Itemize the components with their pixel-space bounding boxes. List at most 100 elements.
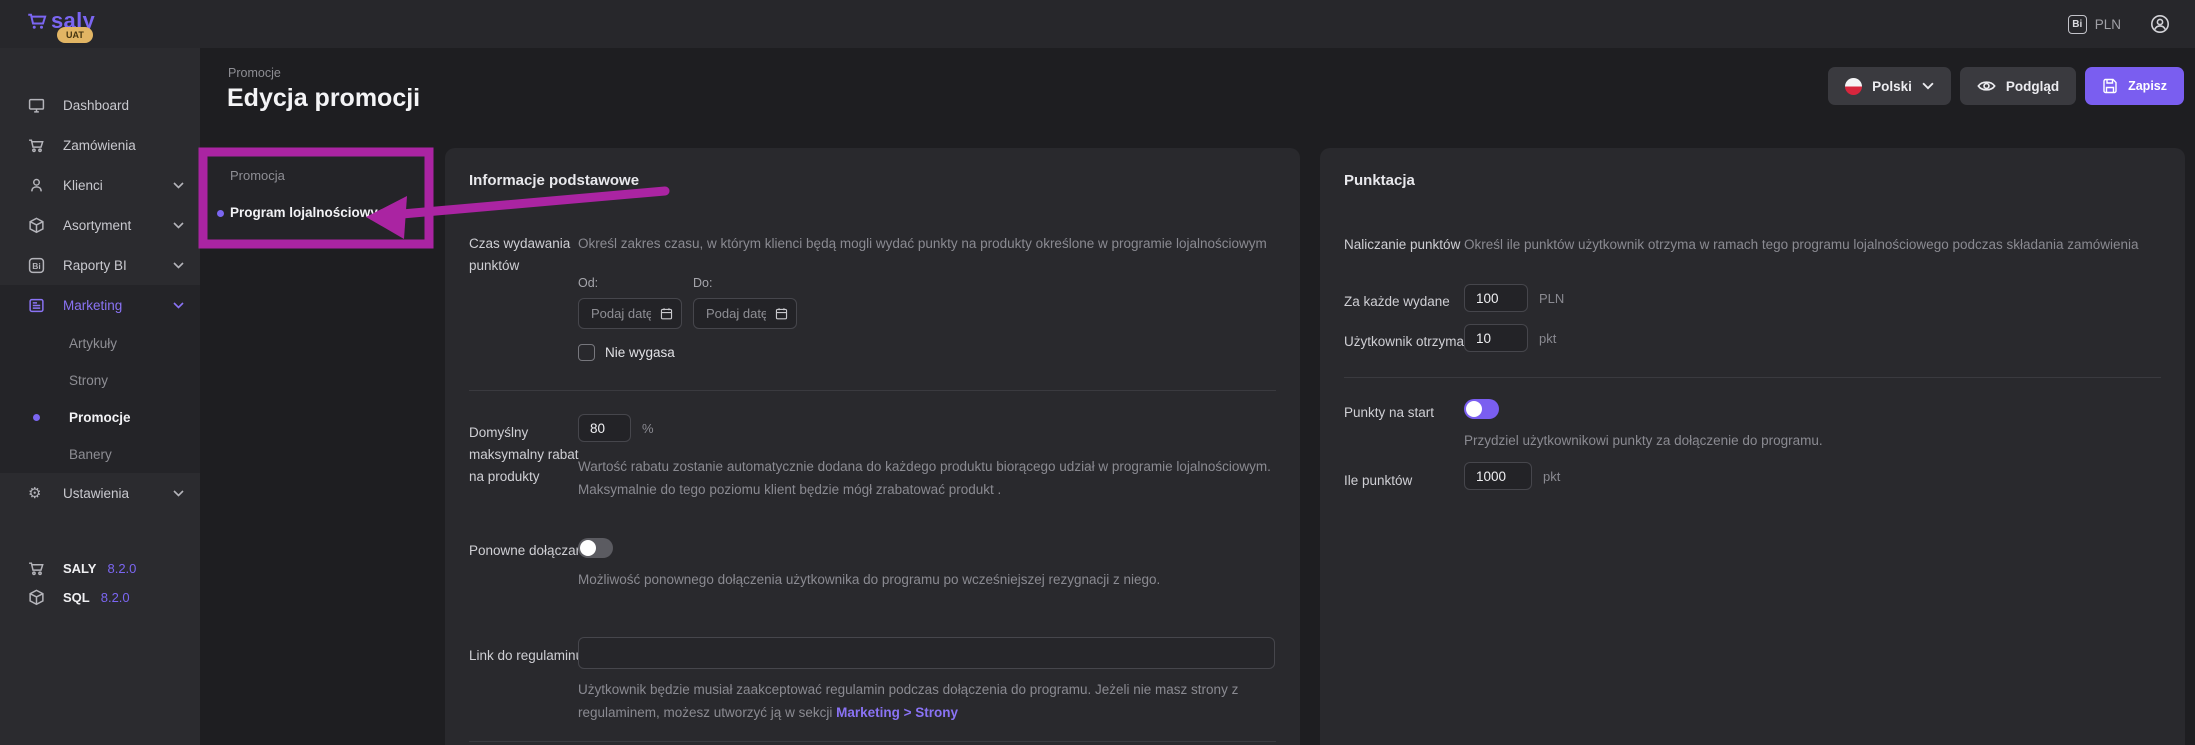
sidebar-item-label: Asortyment: [63, 218, 131, 233]
field-label-user-receives: Użytkownik otrzyma: [1344, 331, 1464, 353]
save-icon: [2102, 78, 2118, 94]
breadcrumb[interactable]: Promocje: [228, 66, 281, 80]
field-label-accrual: Naliczanie punktów: [1344, 234, 1460, 256]
language-button[interactable]: Polski: [1828, 67, 1951, 105]
date-from-label: Od:: [578, 276, 598, 290]
chevron-down-icon: [173, 490, 184, 497]
chevron-down-icon: [1922, 82, 1934, 90]
sidebar-item-label: Klienci: [63, 178, 103, 193]
field-label-max-discount: Domyślny maksymalny rabat na produkty: [469, 422, 581, 488]
field-desc-max-discount: Wartość rabatu zostanie automatycznie do…: [578, 456, 1284, 502]
account-icon[interactable]: [2149, 13, 2171, 35]
version-name: SQL: [63, 590, 90, 605]
promotion-subnav: Promocja Program lojalnościowy: [205, 155, 428, 245]
sidebar-item-label: Zamówienia: [63, 138, 136, 153]
calendar-icon: [660, 307, 673, 320]
cart-icon: [28, 137, 46, 154]
field-label-rejoin: Ponowne dołączanie: [469, 540, 594, 562]
version-number: 8.2.0: [101, 590, 130, 605]
page-title: Edycja promocji: [227, 84, 420, 113]
language-button-label: Polski: [1872, 79, 1912, 94]
svg-text:Bi: Bi: [32, 260, 41, 270]
subnav-item-loyalty-program[interactable]: Program lojalnościowy: [230, 205, 378, 220]
divider: [469, 390, 1276, 391]
sidebar-item-orders[interactable]: Zamówienia: [0, 125, 200, 165]
cube-icon: [28, 589, 46, 606]
date-to-label: Do:: [693, 276, 712, 290]
marketing-section: Marketing Artykuły Strony Promocje Baner…: [0, 285, 200, 473]
poland-flag-icon: [1845, 78, 1862, 95]
max-discount-input[interactable]: [578, 414, 631, 442]
calendar-icon: [775, 307, 788, 320]
sidebar-subitem-promotions[interactable]: Promocje: [0, 399, 200, 436]
cube-icon: [28, 217, 46, 234]
date-to-field[interactable]: [693, 298, 797, 329]
save-button[interactable]: Zapisz: [2085, 67, 2184, 105]
marketing-pages-link[interactable]: Marketing > Strony: [836, 705, 958, 720]
monitor-icon: [28, 97, 46, 114]
terms-link-input[interactable]: [578, 637, 1275, 669]
sidebar-item-settings[interactable]: ⚙ Ustawienia: [0, 473, 200, 513]
field-label-issuing-time: Czas wydawania punktów: [469, 233, 581, 277]
version-row-sql[interactable]: SQL 8.2.0: [0, 583, 200, 612]
toggle-knob: [1466, 401, 1482, 417]
date-from-field[interactable]: [578, 298, 682, 329]
bi-icon: Bi: [28, 257, 46, 274]
max-discount-unit: %: [642, 421, 654, 436]
preview-button[interactable]: Podgląd: [1960, 67, 2076, 105]
save-button-label: Zapisz: [2128, 79, 2167, 93]
topbar: saly UAT Bi PLN: [0, 0, 2195, 48]
field-label-terms-link: Link do regulaminu: [469, 645, 583, 667]
rejoin-toggle[interactable]: [578, 538, 613, 558]
how-many-input[interactable]: [1464, 462, 1532, 490]
active-dot: [217, 210, 224, 217]
sidebar-subitem-pages[interactable]: Strony: [0, 362, 200, 399]
section-title: Punktacja: [1344, 172, 1415, 189]
scoring-panel: Punktacja Naliczanie punktów Określ ile …: [1320, 148, 2185, 745]
basic-info-panel: Informacje podstawowe Czas wydawania pun…: [445, 148, 1300, 745]
sidebar-subitem-banners[interactable]: Banery: [0, 436, 200, 473]
date-from-input[interactable]: [589, 305, 653, 322]
currency-selector[interactable]: Bi PLN: [2068, 15, 2121, 34]
field-desc-rejoin: Możliwość ponownego dołączenia użytkowni…: [578, 569, 1298, 592]
news-icon: [28, 297, 46, 314]
sidebar-item-label: Raporty BI: [63, 258, 127, 273]
person-icon: [28, 177, 46, 194]
currency-icon: Bi: [2068, 15, 2087, 34]
start-points-toggle[interactable]: [1464, 399, 1499, 419]
no-expiry-label: Nie wygasa: [605, 345, 675, 360]
sidebar-subitem-label: Strony: [69, 373, 108, 388]
sidebar-item-reports-bi[interactable]: Bi Raporty BI: [0, 245, 200, 285]
sidebar-subitem-articles[interactable]: Artykuły: [0, 325, 200, 362]
sidebar-item-label: Dashboard: [63, 98, 129, 113]
divider: [1344, 377, 2161, 378]
sidebar-item-dashboard[interactable]: Dashboard: [0, 85, 200, 125]
chevron-down-icon: [173, 262, 184, 269]
version-number: 8.2.0: [107, 561, 136, 576]
subnav-group-label: Promocja: [230, 168, 285, 183]
field-label-how-many: Ile punktów: [1344, 470, 1412, 492]
per-spent-input[interactable]: [1464, 284, 1528, 312]
field-desc-start-points: Przydziel użytkownikowi punkty za dołącz…: [1464, 430, 2164, 453]
field-desc-accrual: Określ ile punktów użytkownik otrzyma w …: [1464, 234, 2174, 257]
environment-badge: UAT: [57, 27, 93, 43]
version-row-saly[interactable]: SALY 8.2.0: [0, 554, 200, 583]
sidebar-subitem-label: Promocje: [69, 410, 131, 425]
sidebar: Dashboard Zamówienia Klienci: [0, 48, 200, 745]
sidebar-subitem-label: Artykuły: [69, 336, 117, 351]
cart-icon: [28, 560, 46, 577]
field-label-start-points: Punkty na start: [1344, 402, 1434, 424]
field-desc-issuing-time: Określ zakres czasu, w którym klienci bę…: [578, 233, 1298, 256]
eye-icon: [1977, 79, 1996, 93]
chevron-down-icon: [173, 302, 184, 309]
sidebar-item-clients[interactable]: Klienci: [0, 165, 200, 205]
no-expiry-checkbox[interactable]: [578, 344, 595, 361]
preview-button-label: Podgląd: [2006, 79, 2059, 94]
user-receives-input[interactable]: [1464, 324, 1528, 352]
sidebar-subitem-label: Banery: [69, 447, 112, 462]
sidebar-item-assortment[interactable]: Asortyment: [0, 205, 200, 245]
date-to-input[interactable]: [704, 305, 768, 322]
divider: [469, 741, 1276, 742]
sidebar-item-label: Ustawienia: [63, 486, 129, 501]
sidebar-item-marketing[interactable]: Marketing: [0, 285, 200, 325]
